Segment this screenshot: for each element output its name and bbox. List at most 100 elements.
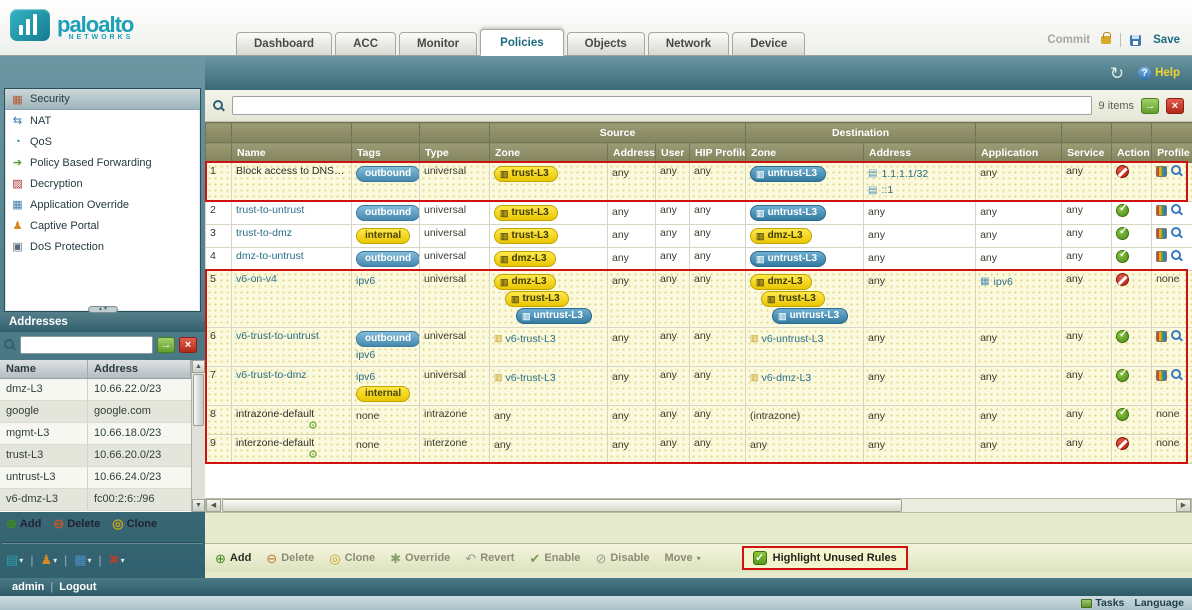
rule-row-2[interactable]: 2trust-to-untrustoutbounduniversal▥trust… (206, 202, 1192, 225)
rule-name-link[interactable]: dmz-to-untrust (236, 250, 347, 262)
tab-dashboard[interactable]: Dashboard (236, 32, 332, 56)
column-header-profile[interactable]: Profile (1152, 143, 1192, 163)
zone-badge-trust-L3[interactable]: ▥trust-L3 (494, 166, 558, 182)
tab-monitor[interactable]: Monitor (399, 32, 477, 56)
column-header-address[interactable]: Address (608, 143, 656, 163)
log-magnifier-icon[interactable] (1171, 165, 1183, 177)
column-group-destination[interactable]: Destination (746, 123, 976, 143)
sidebar-item-dos-protection[interactable]: ▣DoS Protection (5, 236, 200, 257)
refresh-icon[interactable]: ↻ (1110, 65, 1124, 82)
sidebar-item-qos[interactable]: ◔QoS (5, 131, 200, 152)
zone-badge-v6-trust-L3[interactable]: ▥v6-trust-L3 (494, 371, 556, 385)
scrollbar-thumb[interactable] (222, 499, 902, 512)
scroll-down-icon[interactable]: ▼ (192, 499, 205, 512)
edit-menu[interactable]: ▦▾ (74, 552, 91, 568)
object-item-::1[interactable]: ▤::1 (868, 183, 893, 198)
tag-outbound[interactable]: outbound (356, 251, 420, 267)
column-header-zone[interactable]: Zone (746, 143, 864, 163)
log-magnifier-icon[interactable] (1171, 227, 1183, 239)
rule-row-5[interactable]: 5v6-on-v4ipv6universal▥dmz-L3▥trust-L3▥u… (206, 271, 1192, 328)
address-row[interactable]: untrust-L310.66.24.0/23 (0, 467, 205, 489)
log-magnifier-icon[interactable] (1171, 369, 1183, 381)
profile-group-icon[interactable] (1156, 370, 1167, 381)
address-row[interactable]: mgmt-L310.66.18.0/23 (0, 423, 205, 445)
add-button[interactable]: ⊕Add (215, 552, 251, 565)
column-header-user[interactable]: User (656, 143, 690, 163)
zone-badge-v6-trust-L3[interactable]: ▥v6-trust-L3 (494, 332, 556, 346)
address-row[interactable]: v6-dmz-L3fc00:2:6::/96 (0, 489, 205, 511)
sidebar-item-decryption[interactable]: ▨Decryption (5, 173, 200, 194)
tab-device[interactable]: Device (732, 32, 805, 56)
help-button[interactable]: ? Help (1138, 67, 1180, 80)
zone-badge-untrust-L3[interactable]: ▥untrust-L3 (516, 308, 592, 324)
rule-name-link[interactable]: v6-trust-to-untrust (236, 330, 347, 342)
column-group-source[interactable]: Source (490, 123, 746, 143)
rule-name-link[interactable]: trust-to-dmz (236, 227, 347, 239)
profile-group-icon[interactable] (1156, 331, 1167, 342)
tag-outbound[interactable]: outbound (356, 166, 420, 182)
object-item-1.1.1.1/32[interactable]: ▤1.1.1.1/32 (868, 167, 928, 182)
addresses-column-header[interactable]: Name (0, 360, 88, 378)
column-header-action[interactable]: Action (1112, 143, 1152, 163)
delete-button[interactable]: ⊖Delete (266, 552, 314, 565)
clone-button[interactable]: ◎Clone (329, 552, 375, 565)
zone-badge-trust-L3[interactable]: ▥trust-L3 (505, 291, 569, 307)
tag-outbound[interactable]: outbound (356, 331, 420, 347)
log-magnifier-icon[interactable] (1171, 204, 1183, 216)
rules-search-input[interactable] (232, 96, 1092, 115)
scrollbar-thumb[interactable] (193, 374, 204, 426)
zone-badge-untrust-L3[interactable]: ▥untrust-L3 (750, 251, 826, 267)
column-header-application[interactable]: Application (976, 143, 1062, 163)
scroll-up-icon[interactable]: ▲ (192, 360, 205, 373)
rule-row-6[interactable]: 6v6-trust-to-untrustoutboundipv6universa… (206, 328, 1192, 367)
logout-link[interactable]: Logout (59, 581, 96, 593)
delete-address-button[interactable]: ⊖Delete (53, 517, 100, 530)
column-header-type[interactable]: Type (420, 143, 490, 163)
zone-badge-dmz-L3[interactable]: ▥dmz-L3 (494, 251, 556, 267)
rule-name-link[interactable]: Block access to DNS S... (236, 165, 347, 177)
log-magnifier-icon[interactable] (1171, 250, 1183, 262)
column-header-name[interactable]: Name (232, 143, 352, 163)
zone-badge-dmz-L3[interactable]: ▥dmz-L3 (750, 274, 812, 290)
tasks-button[interactable]: Tasks (1081, 597, 1124, 609)
scroll-left-icon[interactable]: ◀ (206, 499, 221, 512)
language-button[interactable]: Language (1134, 597, 1184, 609)
zone-badge-trust-L3[interactable]: ▥trust-L3 (761, 291, 825, 307)
tab-objects[interactable]: Objects (567, 32, 645, 56)
zone-badge-untrust-L3[interactable]: ▥untrust-L3 (772, 308, 848, 324)
sidebar-item-application-override[interactable]: ▦Application Override (5, 194, 200, 215)
rule-name-link[interactable]: v6-trust-to-dmz (236, 369, 347, 381)
rules-search-go-button[interactable]: → (1141, 98, 1159, 114)
zone-badge-untrust-L3[interactable]: ▥untrust-L3 (750, 166, 826, 182)
tab-acc[interactable]: ACC (335, 32, 396, 56)
zone-badge-v6-dmz-L3[interactable]: ▥v6-dmz-L3 (750, 371, 811, 385)
log-magnifier-icon[interactable] (1171, 330, 1183, 342)
tag-internal[interactable]: internal (356, 228, 410, 244)
sidebar-item-captive-portal[interactable]: ♟Captive Portal (5, 215, 200, 236)
addresses-search-go-button[interactable]: → (157, 337, 175, 353)
rulebase-menu[interactable]: ▤▾ (6, 552, 23, 568)
address-row[interactable]: googlegoogle.com (0, 401, 205, 423)
tab-policies[interactable]: Policies (480, 29, 563, 56)
sidebar-item-security[interactable]: ▦Security (5, 89, 200, 110)
zone-badge-dmz-L3[interactable]: ▥dmz-L3 (750, 228, 812, 244)
rule-row-7[interactable]: 7v6-trust-to-dmzipv6internaluniversal▥v6… (206, 367, 1192, 406)
clone-address-button[interactable]: ◎Clone (112, 517, 157, 530)
rule-row-4[interactable]: 4dmz-to-untrustoutbounduniversal▥dmz-L3a… (206, 248, 1192, 271)
rule-row-8[interactable]: 8intrazone-default⚙noneintrazoneanyanyan… (206, 406, 1192, 435)
rule-name-link[interactable]: v6-on-v4 (236, 273, 347, 285)
tag-internal[interactable]: internal (356, 386, 410, 402)
zone-badge-v6-untrust-L3[interactable]: ▥v6-untrust-L3 (750, 332, 823, 346)
horizontal-scrollbar[interactable]: ◀ ▶ (205, 498, 1192, 513)
profile-group-icon[interactable] (1156, 251, 1167, 262)
sidebar-item-nat[interactable]: ⇆NAT (5, 110, 200, 131)
rule-row-1[interactable]: 1Block access to DNS S...outboundunivers… (206, 163, 1192, 202)
commit-button[interactable]: Commit (1047, 34, 1090, 46)
override-button[interactable]: ✱Override (390, 552, 450, 565)
zone-badge-trust-L3[interactable]: ▥trust-L3 (494, 228, 558, 244)
address-row[interactable]: trust-L310.66.20.0/23 (0, 445, 205, 467)
enable-button[interactable]: ✔Enable (529, 552, 580, 565)
move-button[interactable]: Move▾ (664, 552, 700, 564)
sidebar-item-policy-based-forwarding[interactable]: ➔Policy Based Forwarding (5, 152, 200, 173)
user-menu[interactable]: ♟▾ (40, 552, 57, 568)
